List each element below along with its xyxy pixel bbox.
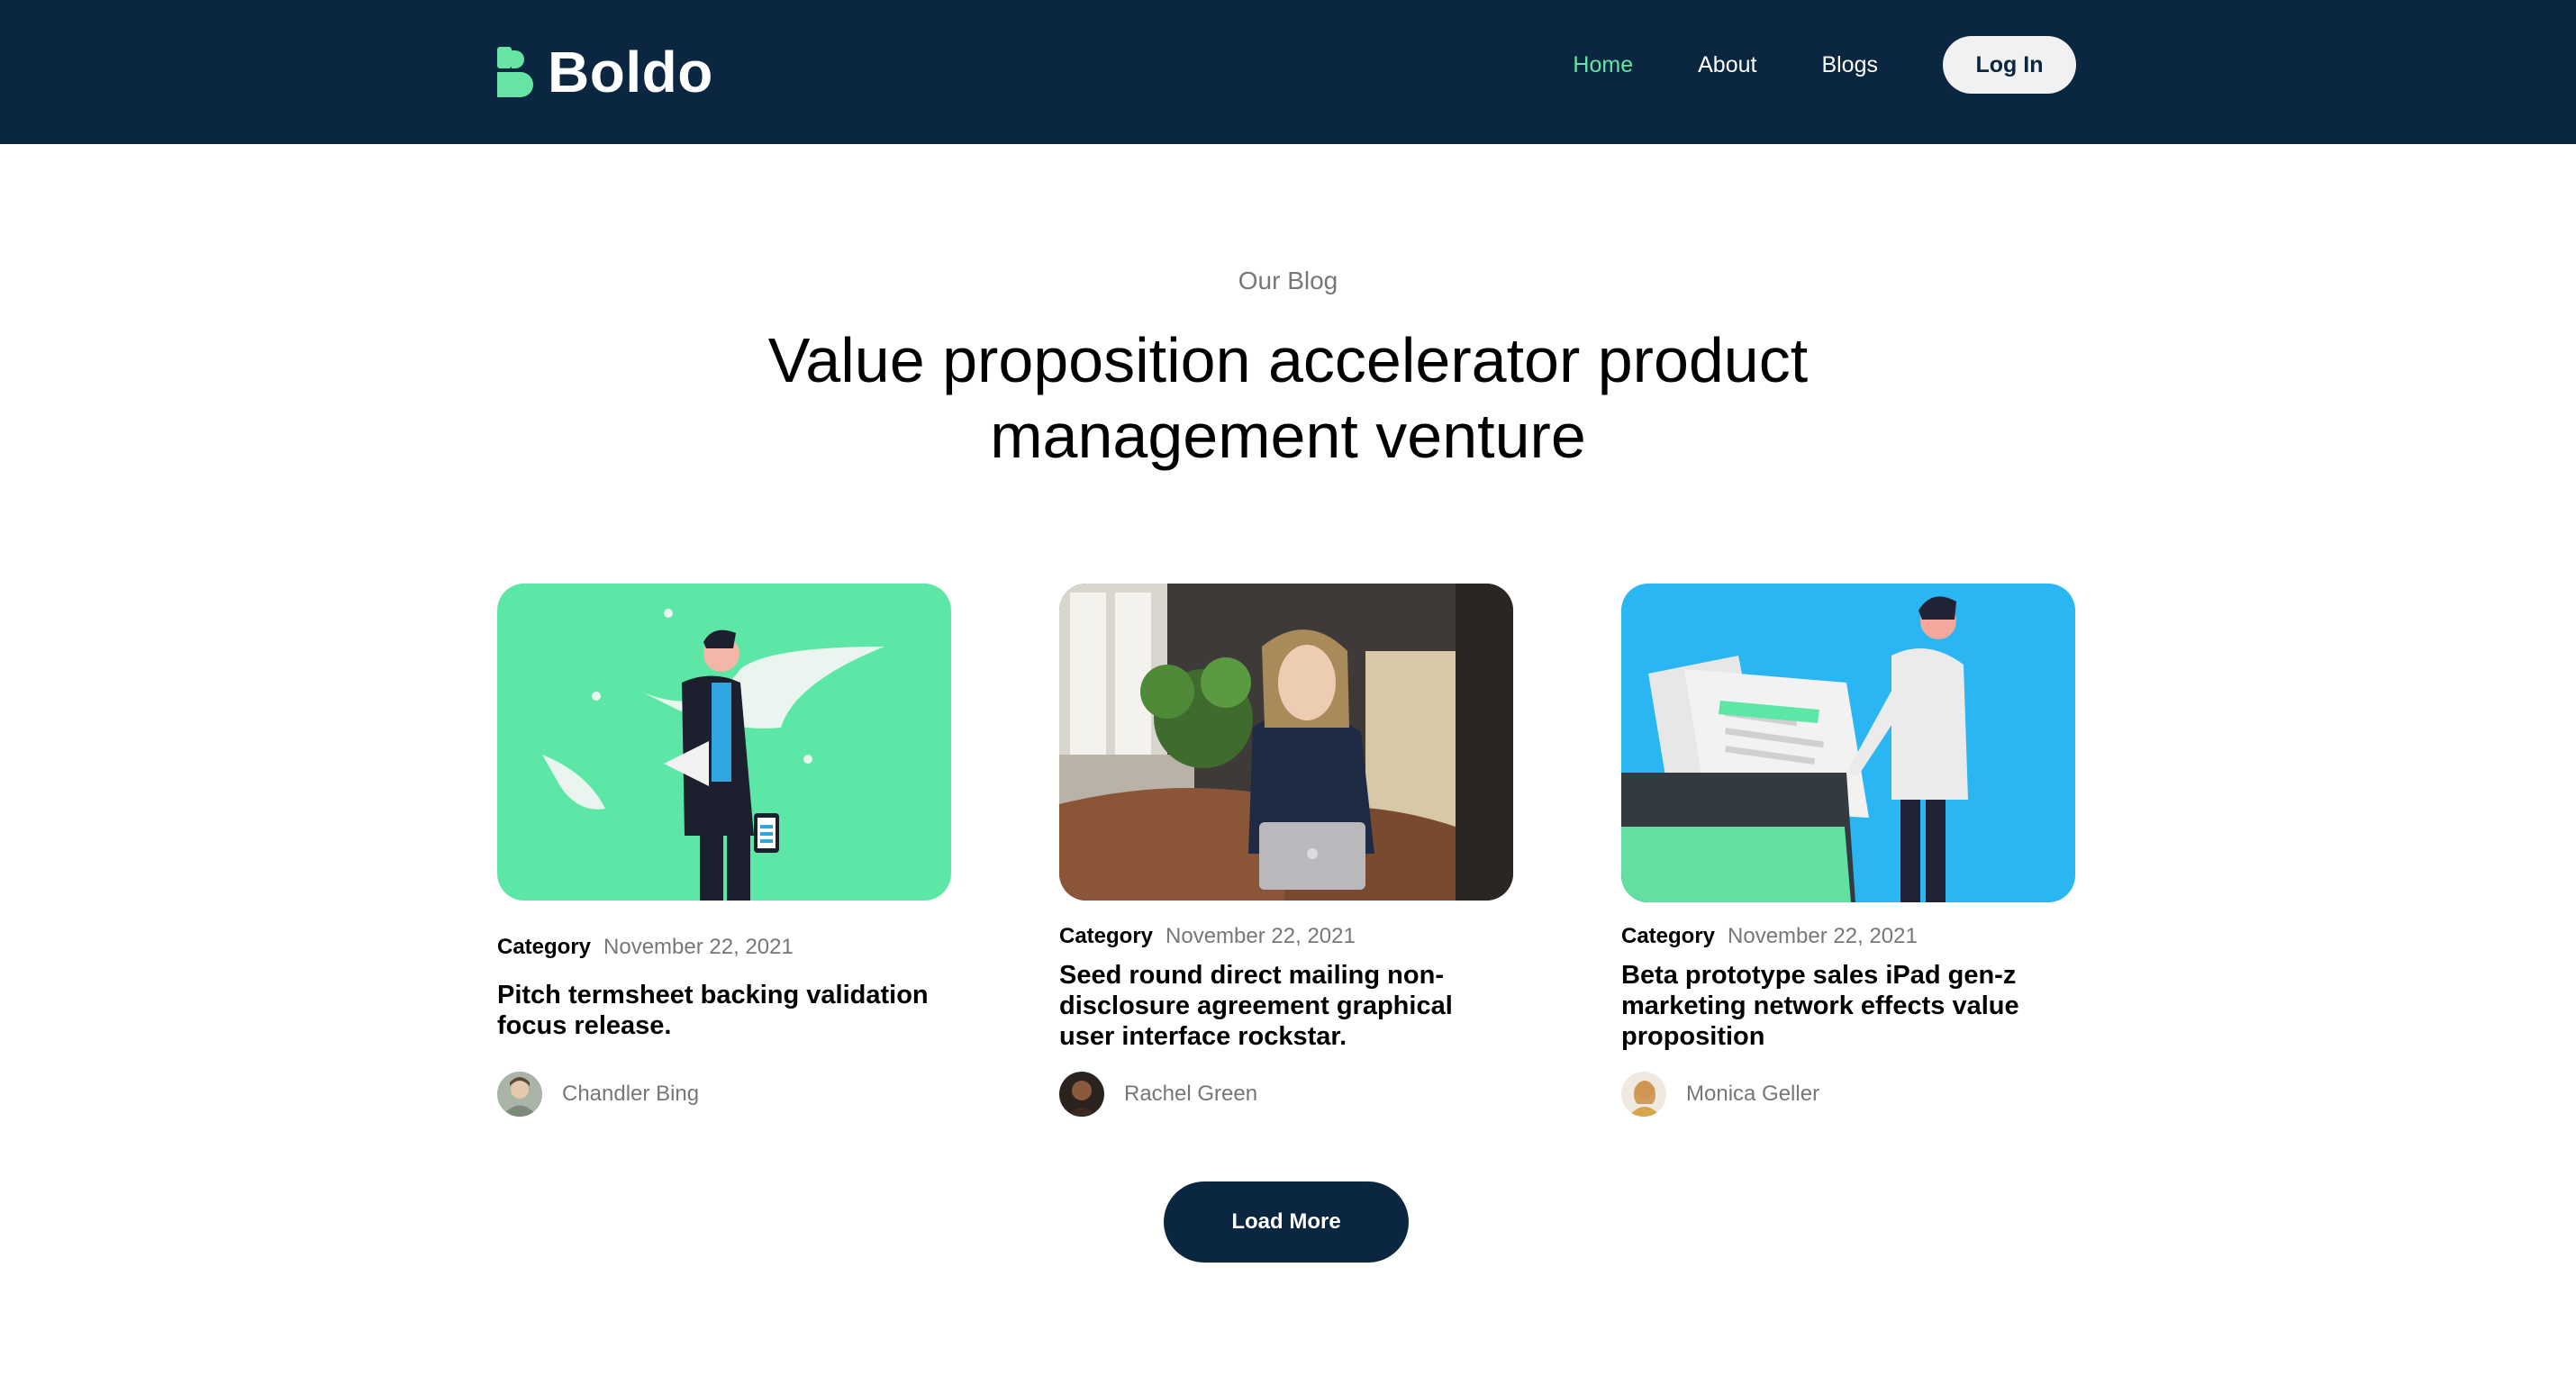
nav-link-home[interactable]: Home	[1573, 52, 1633, 78]
author-avatar	[497, 1072, 542, 1117]
section-eyebrow: Our Blog	[1238, 267, 1338, 294]
blog-card-meta: Category November 22, 2021	[1621, 924, 1918, 949]
boldo-logo-icon	[497, 47, 533, 97]
blog-card-image[interactable]	[1059, 584, 1513, 901]
man-with-documents-illustration	[1621, 584, 2075, 902]
blog-card[interactable]: Category November 22, 2021 Pitch termshe…	[497, 584, 951, 1117]
brand-logo[interactable]: Boldo	[497, 36, 713, 108]
blog-card[interactable]: Category November 22, 2021 Beta prototyp…	[1621, 584, 2075, 1117]
author-name: Monica Geller	[1686, 1082, 1820, 1106]
nav-link-about[interactable]: About	[1698, 52, 1756, 78]
post-author: Chandler Bing	[497, 1072, 699, 1117]
blog-card-image[interactable]	[1621, 584, 2075, 902]
author-name: Rachel Green	[1124, 1082, 1258, 1106]
post-category[interactable]: Category	[497, 935, 591, 960]
post-title[interactable]: Beta prototype sales iPad gen-z marketin…	[1621, 960, 2075, 1052]
post-author: Monica Geller	[1621, 1072, 1819, 1117]
load-more-button[interactable]: Load More	[1164, 1181, 1409, 1263]
navbar: Boldo Home About Blogs Log In	[0, 0, 2576, 144]
post-date: November 22, 2021	[603, 935, 794, 959]
post-date: November 22, 2021	[1166, 924, 1356, 948]
post-date: November 22, 2021	[1728, 924, 1918, 948]
blog-card-image[interactable]	[497, 584, 951, 901]
author-name: Chandler Bing	[562, 1082, 700, 1106]
brand-name: Boldo	[548, 40, 713, 104]
post-title[interactable]: Seed round direct mailing non-disclosure…	[1059, 960, 1513, 1052]
woman-on-phone-photo	[1059, 584, 1513, 901]
author-avatar	[1621, 1072, 1666, 1117]
blog-card-meta: Category November 22, 2021	[497, 935, 794, 960]
man-with-phone-illustration	[497, 584, 951, 901]
blog-card-meta: Category November 22, 2021	[1059, 924, 1356, 949]
nav-link-blogs[interactable]: Blogs	[1821, 52, 1878, 78]
post-title[interactable]: Pitch termsheet backing validation focus…	[497, 980, 951, 1041]
section-headline: Value proposition accelerator product ma…	[767, 325, 1809, 471]
nav-links: Home About Blogs Log In	[1573, 36, 2076, 94]
blog-card[interactable]: Category November 22, 2021 Seed round di…	[1059, 584, 1513, 1117]
login-button[interactable]: Log In	[1943, 36, 2076, 94]
author-avatar	[1059, 1072, 1104, 1117]
post-category[interactable]: Category	[1059, 924, 1153, 949]
post-author: Rachel Green	[1059, 1072, 1257, 1117]
post-category[interactable]: Category	[1621, 924, 1715, 949]
